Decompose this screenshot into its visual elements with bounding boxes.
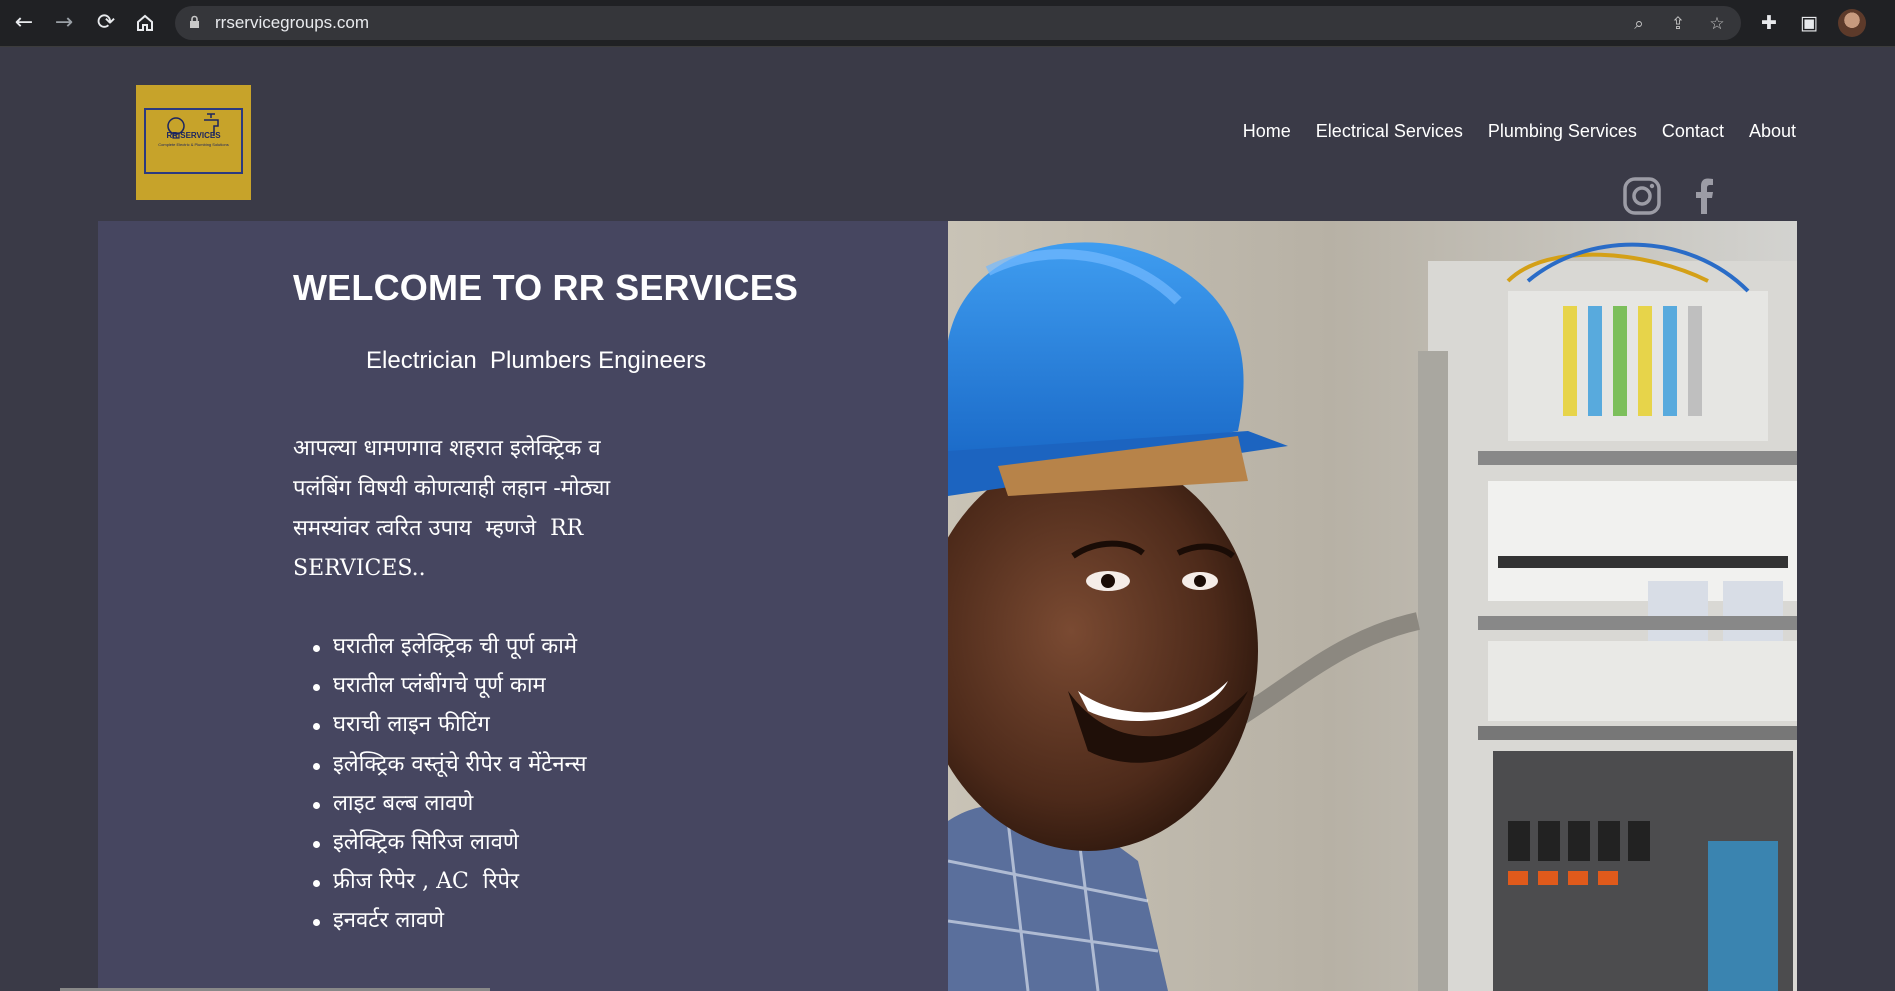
list-item: घरातील प्लंबींगचे पूर्ण काम [313, 666, 587, 705]
site-logo[interactable]: RR SERVICES Complete Electric & Plumbing… [136, 85, 251, 200]
list-item: लाइट बल्ब लावणे [313, 784, 587, 823]
side-panel-icon[interactable]: ▣ [1798, 12, 1820, 34]
paragraph-line: समस्यांवर त्वरित उपाय म्हणजे RR [293, 516, 584, 541]
list-item: घराची लाइन फीटिंग [313, 705, 587, 744]
forward-icon[interactable]: → [50, 9, 78, 37]
logo-tagline: Complete Electric & Plumbing Solutions [158, 142, 229, 147]
browser-toolbar: ← → ⟳ rrservicegroups.com ⌕ ⇪ ☆ ✚ ▣ [0, 0, 1895, 47]
menu-plumbing-services[interactable]: Plumbing Services [1488, 121, 1637, 142]
hero-image [948, 221, 1797, 991]
list-item: फ्रीज रिपेर , AC रिपेर [313, 862, 587, 901]
hero-subtitle: Electrician Plumbers Engineers [366, 347, 707, 374]
list-item: इलेक्ट्रिक वस्तूंचे रीपेर व मेंटेनन्स [313, 745, 587, 784]
welcome-heading: WELCOME TO RR SERVICES [293, 267, 799, 308]
electrician-photo [948, 221, 1797, 991]
facebook-icon[interactable] [1684, 176, 1724, 216]
menu-about[interactable]: About [1749, 121, 1796, 142]
reload-icon[interactable]: ⟳ [92, 9, 120, 37]
lock-icon [190, 15, 199, 28]
logo-title: RR SERVICES [166, 131, 221, 140]
logo-frame [144, 108, 243, 174]
url-text: rrservicegroups.com [215, 13, 369, 32]
address-bar[interactable]: rrservicegroups.com ⌕ ⇪ ☆ [175, 6, 1741, 40]
menu-home[interactable]: Home [1243, 121, 1291, 142]
share-icon[interactable]: ⇪ [1668, 14, 1688, 34]
paragraph-line: आपल्या धामणगाव शहरात इलेक्ट्रिक व [293, 436, 601, 461]
instagram-icon[interactable] [1622, 176, 1662, 216]
paragraph-line: SERVICES.. [293, 556, 426, 581]
back-icon[interactable]: ← [10, 9, 38, 37]
paragraph-line: पलंबिंग विषयी कोणत्याही लहान -मोठ्या [293, 476, 611, 501]
extensions-icon[interactable]: ✚ [1758, 12, 1780, 34]
list-item: घरातील इलेक्ट्रिक ची पूर्ण कामे [313, 627, 587, 666]
list-item: इनवर्टर लावणे [313, 901, 587, 940]
hero-paragraph: आपल्या धामणगाव शहरात इलेक्ट्रिक व पलंबिं… [293, 429, 653, 589]
bookmark-star-icon[interactable]: ☆ [1707, 14, 1727, 34]
profile-avatar[interactable] [1838, 9, 1866, 37]
main-menu: Home Electrical Services Plumbing Servic… [1218, 121, 1796, 142]
menu-contact[interactable]: Contact [1662, 121, 1724, 142]
home-icon[interactable] [131, 9, 159, 37]
hero-text-panel: WELCOME TO RR SERVICES Electrician Plumb… [98, 221, 948, 991]
zoom-icon[interactable]: ⌕ [1629, 14, 1649, 34]
services-list: घरातील इलेक्ट्रिक ची पूर्ण कामे घरातील प… [313, 627, 587, 941]
list-item: इलेक्ट्रिक सिरिज लावणे [313, 823, 587, 862]
menu-electrical-services[interactable]: Electrical Services [1316, 121, 1463, 142]
